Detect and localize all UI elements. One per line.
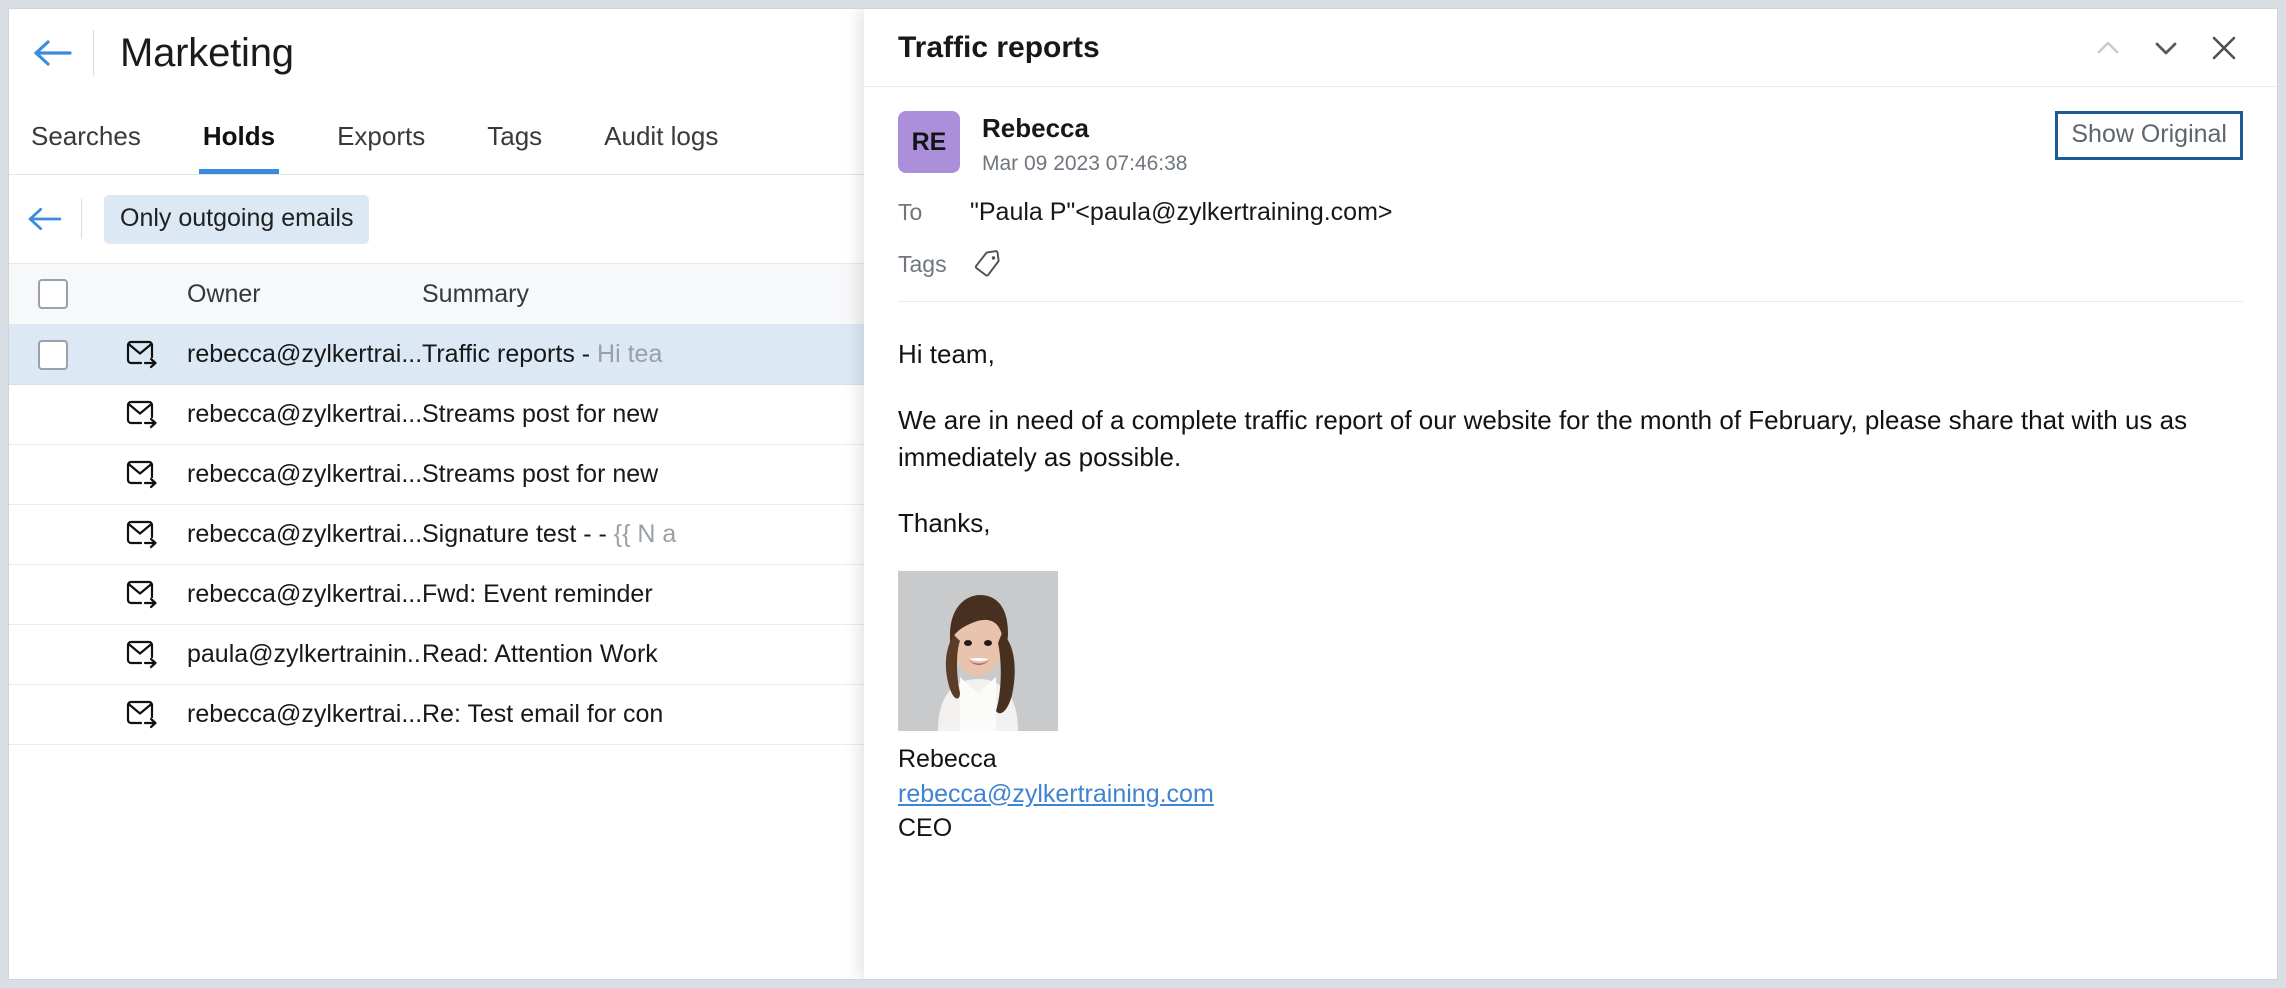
row-select-cell	[9, 340, 97, 370]
tags-label: Tags	[898, 251, 950, 278]
body-closing: Thanks,	[898, 505, 2243, 543]
filter-chip-only-outgoing-emails[interactable]: Only outgoing emails	[104, 195, 369, 244]
column-header-owner[interactable]: Owner	[187, 280, 422, 309]
row-summary: Read: Attention Work	[422, 640, 864, 669]
table-row[interactable]: rebecca@zylkertrai...Streams post for ne…	[9, 385, 864, 445]
row-subject: Read: Attention Work	[422, 640, 658, 668]
row-summary: Streams post for new	[422, 460, 864, 489]
outgoing-mail-icon	[97, 580, 187, 610]
avatar: RE	[898, 111, 960, 173]
row-snippet: {{ N a	[614, 520, 677, 548]
row-owner: rebecca@zylkertrai...	[187, 520, 422, 549]
filter-bar: Only outgoing emails	[9, 175, 864, 263]
outgoing-mail-icon	[97, 460, 187, 490]
sender-name: Rebecca	[982, 113, 1188, 144]
tab-tags[interactable]: Tags	[487, 121, 542, 174]
outgoing-mail-icon	[97, 400, 187, 430]
email-signature: Rebecca rebecca@zylkertraining.com CEO	[898, 571, 2243, 845]
chevron-up-icon[interactable]	[2079, 19, 2137, 77]
to-value: "Paula P"<paula@zylkertraining.com>	[970, 198, 1393, 227]
row-subject: Signature test - -	[422, 520, 614, 548]
row-snippet: Hi tea	[597, 340, 662, 368]
tags-line: Tags	[898, 249, 2243, 279]
tab-searches[interactable]: Searches	[31, 121, 141, 174]
outgoing-mail-icon	[97, 520, 187, 550]
table-header-row: Owner Summary	[9, 263, 864, 325]
outgoing-mail-icon	[97, 340, 187, 370]
row-owner: paula@zylkertrainin...	[187, 640, 422, 669]
row-summary: Traffic reports - Hi tea	[422, 340, 864, 369]
page-header: Marketing	[9, 9, 864, 97]
row-summary: Signature test - - {{ N a	[422, 520, 864, 549]
email-body: Hi team, We are in need of a complete tr…	[864, 302, 2277, 979]
row-owner: rebecca@zylkertrai...	[187, 700, 422, 729]
row-subject: Streams post for new	[422, 460, 658, 488]
chevron-down-icon[interactable]	[2137, 19, 2195, 77]
tab-audit-logs[interactable]: Audit logs	[604, 121, 718, 174]
sender-timestamp: Mar 09 2023 07:46:38	[982, 152, 1188, 176]
row-subject: Fwd: Event reminder	[422, 580, 653, 608]
tab-bar: Searches Holds Exports Tags Audit logs	[9, 97, 864, 175]
preview-header: Traffic reports	[864, 9, 2277, 87]
row-summary: Streams post for new	[422, 400, 864, 429]
column-header-summary[interactable]: Summary	[422, 280, 864, 309]
row-owner: rebecca@zylkertrai...	[187, 400, 422, 429]
table-row[interactable]: rebecca@zylkertrai...Signature test - - …	[9, 505, 864, 565]
row-summary: Fwd: Event reminder	[422, 580, 864, 609]
row-subject: Re: Test email for con	[422, 700, 663, 728]
select-all-cell	[9, 279, 97, 309]
outgoing-mail-icon	[97, 700, 187, 730]
email-metadata: RE Rebecca Mar 09 2023 07:46:38 Show Ori…	[864, 87, 2277, 302]
select-all-checkbox[interactable]	[38, 279, 68, 309]
page-title: Marketing	[120, 31, 294, 76]
header-divider	[93, 30, 94, 76]
signature-name: Rebecca	[898, 743, 2243, 775]
table-row[interactable]: rebecca@zylkertrai...Streams post for ne…	[9, 445, 864, 505]
body-paragraph: We are in need of a complete traffic rep…	[898, 402, 2243, 477]
sender-row: RE Rebecca Mar 09 2023 07:46:38 Show Ori…	[898, 111, 2243, 176]
row-owner: rebecca@zylkertrai...	[187, 340, 422, 369]
row-summary: Re: Test email for con	[422, 700, 864, 729]
sender-details: Rebecca Mar 09 2023 07:46:38	[982, 111, 1188, 176]
show-original-button[interactable]: Show Original	[2055, 111, 2243, 160]
filter-divider	[81, 199, 82, 239]
back-arrow-icon[interactable]	[31, 31, 75, 75]
row-subject: Streams post for new	[422, 400, 658, 428]
row-subject: Traffic reports -	[422, 340, 597, 368]
to-line: To "Paula P"<paula@zylkertraining.com>	[898, 198, 2243, 227]
signature-role: CEO	[898, 812, 2243, 844]
body-greeting: Hi team,	[898, 336, 2243, 374]
tab-holds[interactable]: Holds	[203, 121, 275, 174]
email-preview-pane: Traffic reports RE Rebecca	[864, 9, 2277, 979]
row-checkbox[interactable]	[38, 340, 68, 370]
outgoing-mail-icon	[97, 640, 187, 670]
table-row[interactable]: rebecca@zylkertrai...Traffic reports - H…	[9, 325, 864, 385]
tag-icon[interactable]	[972, 249, 1002, 279]
table-row[interactable]: rebecca@zylkertrai...Fwd: Event reminder	[9, 565, 864, 625]
row-owner: rebecca@zylkertrai...	[187, 460, 422, 489]
signature-portrait-image	[898, 571, 1058, 731]
email-subject-title: Traffic reports	[898, 31, 2079, 65]
signature-email-link[interactable]: rebecca@zylkertraining.com	[898, 778, 1214, 810]
table-row[interactable]: rebecca@zylkertrai...Re: Test email for …	[9, 685, 864, 745]
list-back-arrow-icon[interactable]	[23, 197, 67, 241]
close-icon[interactable]	[2195, 19, 2253, 77]
tab-exports[interactable]: Exports	[337, 121, 425, 174]
application-window: Marketing Searches Holds Exports Tags Au…	[8, 8, 2278, 980]
holds-list-pane: Marketing Searches Holds Exports Tags Au…	[9, 9, 864, 979]
to-label: To	[898, 199, 950, 226]
holds-table-body: rebecca@zylkertrai...Traffic reports - H…	[9, 325, 864, 745]
table-row[interactable]: paula@zylkertrainin...Read: Attention Wo…	[9, 625, 864, 685]
row-owner: rebecca@zylkertrai...	[187, 580, 422, 609]
